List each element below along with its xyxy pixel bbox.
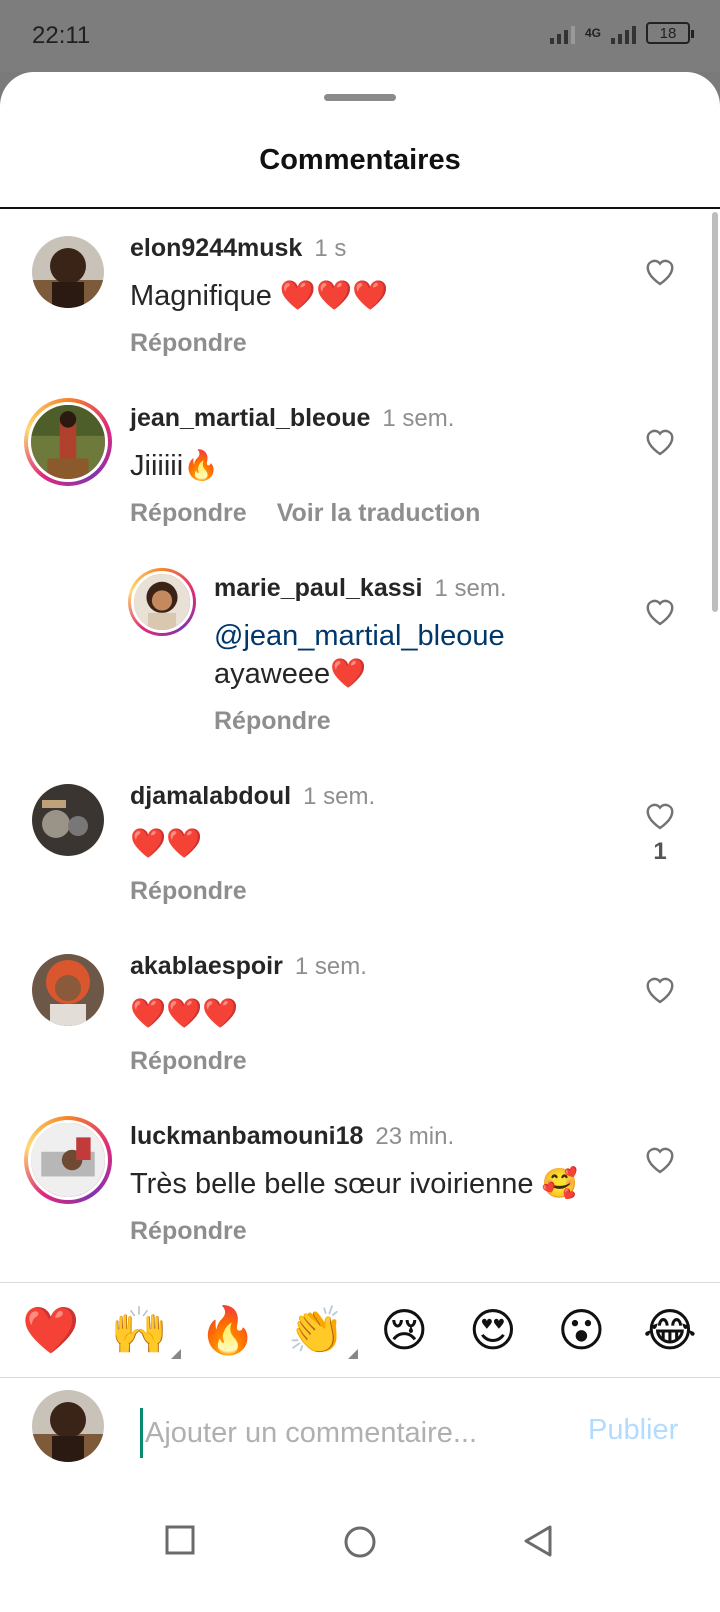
emoji-clap-button[interactable]: 👏 xyxy=(287,1304,358,1359)
status-time: 22:11 xyxy=(32,22,91,49)
heart-icon xyxy=(646,1147,674,1174)
comment-text: Magnifique ❤️❤️❤️ xyxy=(130,280,389,312)
comment-username[interactable]: jean_martial_bleoue xyxy=(130,404,370,432)
like-button[interactable] xyxy=(638,426,682,466)
comment-time: 1 sem. xyxy=(434,575,507,602)
avatar-story[interactable] xyxy=(24,398,112,486)
like-button[interactable] xyxy=(638,974,682,1014)
reply-button[interactable]: Répondre xyxy=(130,1047,247,1075)
avatar[interactable] xyxy=(32,236,104,308)
comments-sheet: Commentaires elon9244musk 1 s Magnifique … xyxy=(0,72,720,1612)
like-button[interactable]: 1 xyxy=(638,800,682,870)
skin-tone-indicator xyxy=(170,1349,181,1359)
comment-text: Jiiiiii🔥 xyxy=(130,450,220,482)
comment-username[interactable]: marie_paul_kassi xyxy=(214,574,422,602)
emoji-fire-button[interactable]: 🔥 xyxy=(199,1307,256,1353)
avatar-story[interactable] xyxy=(24,1116,112,1204)
comment-username[interactable]: luckmanbamouni18 xyxy=(130,1122,363,1150)
comment-composer: Publier xyxy=(0,1378,720,1488)
comment-time: 1 s xyxy=(314,235,347,262)
emoji-laughing-button[interactable]: 😂 xyxy=(642,1307,698,1353)
heart-icon xyxy=(646,259,674,286)
emoji-heart-button[interactable]: ❤️ xyxy=(22,1307,79,1353)
comment-username[interactable]: djamalabdoul xyxy=(130,782,291,810)
reply-button[interactable]: Répondre xyxy=(130,329,247,357)
back-icon[interactable] xyxy=(522,1524,554,1558)
emoji-clap: 👏 xyxy=(287,1304,345,1356)
mention-link[interactable]: @jean_martial_bleoue xyxy=(214,620,505,652)
like-button[interactable] xyxy=(638,1144,682,1184)
drag-handle[interactable] xyxy=(324,94,396,101)
signal-icon xyxy=(549,22,575,44)
heart-icon xyxy=(646,977,674,1004)
comment-time: 1 sem. xyxy=(294,953,367,980)
publish-button[interactable]: Publier xyxy=(588,1414,678,1447)
reply-button[interactable]: Répondre xyxy=(130,1217,247,1245)
comment-text: ❤️❤️ xyxy=(130,828,203,860)
battery-icon: 18 xyxy=(646,22,694,44)
reply-button[interactable]: Répondre xyxy=(130,499,247,527)
emoji-heart-eyes-button[interactable]: 😍 xyxy=(465,1307,521,1353)
system-navigation-bar xyxy=(0,1488,720,1612)
like-button[interactable] xyxy=(638,596,682,636)
comment-text: Très belle belle sœur ivoirienne 🥰 xyxy=(130,1168,578,1200)
status-icons: 4G 18 xyxy=(549,22,694,44)
comment-text: ❤️❤️❤️ xyxy=(130,998,239,1030)
comment-username[interactable]: elon9244musk xyxy=(130,234,302,262)
network-type: 4G xyxy=(584,26,601,40)
emoji-raised-hands-button[interactable]: 🙌 xyxy=(110,1304,181,1359)
emoji-surprised-button[interactable]: 😮 xyxy=(553,1307,609,1353)
home-icon[interactable] xyxy=(342,1524,378,1560)
reply-button[interactable]: Répondre xyxy=(130,877,247,905)
comment-input[interactable] xyxy=(140,1408,560,1458)
heart-icon xyxy=(646,803,674,830)
skin-tone-indicator xyxy=(347,1349,358,1359)
divider xyxy=(0,207,720,209)
comment-text: ayaweee❤️ xyxy=(214,658,367,690)
emoji-reaction-bar: ❤️ 🙌 🔥 👏 😢 😍 😮 😂 xyxy=(0,1282,720,1378)
like-count: 1 xyxy=(653,838,667,865)
comment-time: 23 min. xyxy=(375,1123,455,1150)
scrollbar[interactable] xyxy=(712,212,718,612)
emoji-raised-hands: 🙌 xyxy=(110,1304,168,1356)
like-button[interactable] xyxy=(638,256,682,296)
comment-time: 1 sem. xyxy=(303,783,376,810)
avatar[interactable] xyxy=(32,784,104,856)
comment-username[interactable]: akablaespoir xyxy=(130,952,283,980)
heart-icon xyxy=(646,599,674,626)
comment-time: 1 sem. xyxy=(382,405,455,432)
sheet-title: Commentaires xyxy=(259,144,461,176)
status-bar: 22:11 4G 18 xyxy=(0,0,720,72)
current-user-avatar xyxy=(32,1390,104,1462)
recent-apps-icon[interactable] xyxy=(164,1524,196,1556)
translate-link[interactable]: Voir la traduction xyxy=(277,499,481,527)
signal-icon-2 xyxy=(611,22,636,44)
avatar[interactable] xyxy=(32,954,104,1026)
reply-button[interactable]: Répondre xyxy=(214,707,331,735)
heart-icon xyxy=(646,429,674,456)
avatar-story[interactable] xyxy=(128,568,196,636)
emoji-crying-button[interactable]: 😢 xyxy=(376,1307,432,1353)
